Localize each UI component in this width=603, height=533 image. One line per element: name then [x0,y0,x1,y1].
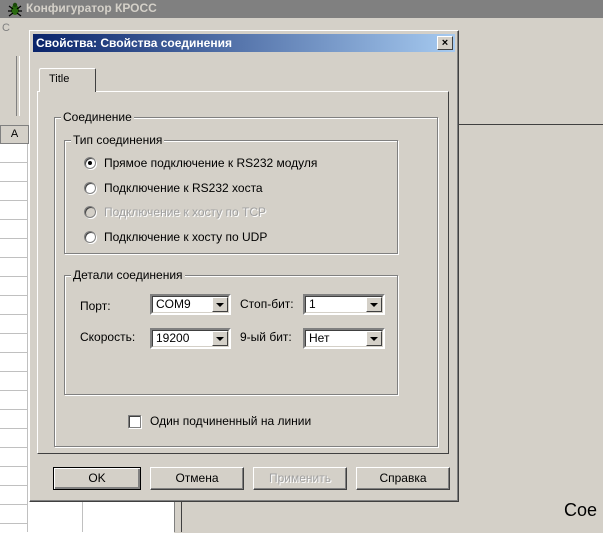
ninthbit-value: Нет [309,331,330,345]
radio-button-disabled [84,206,96,218]
radio-label: Прямое подключение к RS232 модуля [104,156,318,170]
cancel-button[interactable]: Отмена [150,467,244,490]
close-icon: × [441,37,449,49]
connection-type-group-label: Тип соединения [71,133,165,147]
dialog-titlebar[interactable]: Свойства: Свойства соединения × [33,34,455,52]
stopbits-label: Стоп-бит: [240,297,294,311]
ninthbit-select[interactable]: Нет [303,328,385,349]
radio-label: Подключение к RS232 хоста [104,181,263,195]
radio-button-checked[interactable] [84,157,96,169]
radio-rs232-host[interactable]: Подключение к RS232 хоста [84,180,263,196]
close-button[interactable]: × [437,36,453,50]
app-title: Конфигуратор КРОСС [26,1,157,15]
radio-direct-rs232-module[interactable]: Прямое подключение к RS232 модуля [84,155,317,171]
radio-udp-host[interactable]: Подключение к хосту по UDP [84,229,267,245]
port-select[interactable]: COM9 [150,294,231,315]
radio-label: Подключение к хосту по UDP [104,230,268,244]
port-value: COM9 [156,297,191,311]
connection-group-label: Соединение [61,110,134,124]
app-bug-icon [8,2,22,17]
speed-select[interactable]: 19200 [150,328,231,349]
chevron-down-icon[interactable] [366,331,382,346]
ninthbit-label: 9-ый бит: [240,330,292,344]
dialog-title: Свойства: Свойства соединения [36,36,232,50]
radio-button[interactable] [84,231,96,243]
ok-button[interactable]: OK [53,467,141,490]
grid-header-cell[interactable]: А [0,125,29,144]
stopbits-select[interactable]: 1 [303,294,385,315]
radio-label: Подключение к хосту по TCP [104,205,267,219]
tab-title-label: Title [49,73,70,85]
chevron-down-icon[interactable] [212,297,228,312]
toolbar-separator [16,56,20,116]
radio-tcp-host: Подключение к хосту по TCP [84,204,266,220]
chevron-down-icon[interactable] [212,331,228,346]
speed-label: Скорость: [80,330,136,344]
tab-title[interactable]: Title [39,68,96,92]
radio-button[interactable] [84,182,96,194]
chevron-down-icon[interactable] [366,297,382,312]
connection-details-group-label: Детали соединения [71,268,185,282]
grid-row-headers [0,125,28,532]
single-slave-checkbox[interactable]: Один подчиненный на линии [128,414,311,428]
stopbits-value: 1 [309,297,316,311]
speed-value: 19200 [156,331,190,345]
right-panel-text: Сое [564,500,598,520]
checkbox[interactable] [128,414,141,428]
apply-button: Применить [253,467,347,490]
port-label: Порт: [80,299,111,313]
app-menu-item[interactable]: С [2,22,10,34]
checkbox-label: Один подчиненный на линии [150,414,312,428]
help-button[interactable]: Справка [356,467,450,490]
